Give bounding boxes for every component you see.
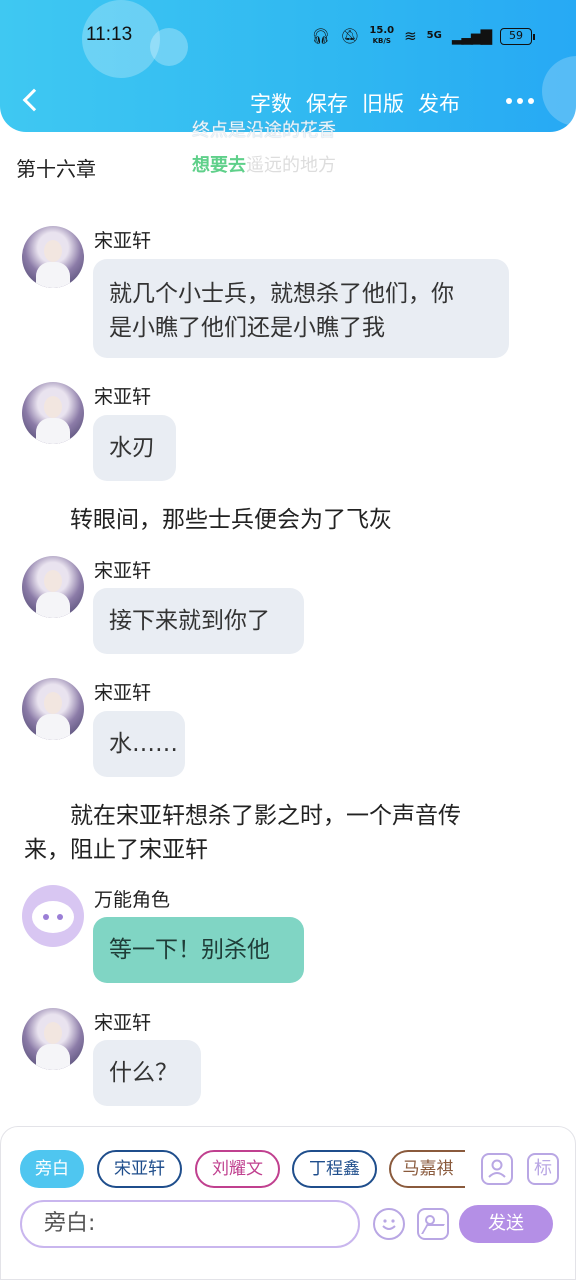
message-bubble[interactable]: 水…… bbox=[93, 711, 185, 777]
narration-text[interactable]: 来，阻止了宋亚轩 bbox=[24, 830, 208, 864]
lyric-line: 终点是沿途的花香 bbox=[192, 120, 336, 141]
message-text: 水刃 bbox=[109, 435, 155, 461]
status-icons: 🎧︎ 🔕︎ 15.0 KB/S ≋ 5G ▂▃▅▇ 59 bbox=[311, 25, 535, 46]
speaker-name: 宋亚轩 bbox=[94, 1012, 152, 1034]
save-button[interactable]: 保存 bbox=[306, 88, 348, 118]
battery-icon: 59 bbox=[500, 27, 535, 45]
top-bar: 11:13 🎧︎ 🔕︎ 15.0 KB/S ≋ 5G ▂▃▅▇ 59 字数 保存… bbox=[0, 0, 576, 132]
avatar[interactable] bbox=[22, 885, 84, 947]
message-bubble[interactable]: 水刃 bbox=[93, 415, 176, 481]
role-chip[interactable]: 马嘉祺 bbox=[389, 1150, 465, 1188]
person-icon[interactable] bbox=[481, 1153, 513, 1185]
speaker-name: 万能角色 bbox=[94, 889, 171, 911]
chevron-left-icon bbox=[22, 88, 46, 112]
speaker-name: 宋亚轩 bbox=[94, 560, 152, 582]
chat-bubble-icon bbox=[32, 901, 74, 933]
old-version-button[interactable]: 旧版 bbox=[362, 88, 404, 118]
lyric-rest: 遥远的地方 bbox=[246, 155, 336, 176]
message-text: 什么？ bbox=[109, 1060, 178, 1086]
lyric-highlight: 想要去 bbox=[192, 155, 246, 176]
word-count-button[interactable]: 字数 bbox=[250, 88, 292, 118]
speaker-name: 宋亚轩 bbox=[94, 230, 152, 252]
headphones-icon: 🎧︎ bbox=[311, 27, 331, 45]
narration-text[interactable]: 就在宋亚轩想杀了影之时，一个声音传 bbox=[70, 796, 461, 830]
chapter-title: 第十六章 bbox=[16, 157, 96, 181]
narration-text[interactable]: 转眼间，那些士兵便会为了飞灰 bbox=[70, 500, 392, 534]
decor-circle bbox=[542, 56, 576, 126]
avatar[interactable] bbox=[22, 226, 84, 288]
message-bubble[interactable]: 等一下！别杀他 bbox=[93, 917, 304, 983]
signal-icon: ▂▃▅▇ bbox=[451, 27, 492, 45]
avatar[interactable] bbox=[22, 382, 84, 444]
back-button[interactable] bbox=[20, 84, 46, 120]
role-chip-narration[interactable]: 旁白 bbox=[20, 1150, 84, 1188]
person-icon bbox=[488, 1159, 506, 1178]
role-chip[interactable]: 宋亚轩 bbox=[97, 1150, 182, 1188]
image-icon[interactable] bbox=[417, 1208, 449, 1240]
message-input[interactable]: 旁白: bbox=[20, 1200, 360, 1248]
top-actions: 字数 保存 旧版 发布 bbox=[250, 88, 460, 118]
speaker-name: 宋亚轩 bbox=[94, 682, 152, 704]
message-text: 就几个小士兵，就想杀了他们，你 bbox=[109, 281, 454, 307]
tag-button[interactable]: 标 bbox=[527, 1153, 559, 1185]
message-bubble[interactable]: 什么？ bbox=[93, 1040, 201, 1106]
message-text: 水…… bbox=[109, 731, 178, 757]
message-text: 是小瞧了他们还是小瞧了我 bbox=[109, 315, 385, 341]
mute-bell-icon: 🔕︎ bbox=[340, 27, 360, 45]
avatar[interactable] bbox=[22, 1008, 84, 1070]
role-chip[interactable]: 刘耀文 bbox=[195, 1150, 280, 1188]
message-text: 接下来就到你了 bbox=[109, 608, 270, 634]
avatar[interactable] bbox=[22, 556, 84, 618]
avatar[interactable] bbox=[22, 678, 84, 740]
publish-button[interactable]: 发布 bbox=[418, 88, 460, 118]
message-text: 等一下！别杀他 bbox=[109, 937, 270, 963]
more-dots-icon[interactable] bbox=[506, 98, 534, 104]
decor-circle bbox=[150, 28, 188, 66]
lyric-line: 想要去遥远的地方 bbox=[192, 151, 336, 177]
message-bubble[interactable]: 接下来就到你了 bbox=[93, 588, 304, 654]
status-time: 11:13 bbox=[86, 24, 133, 45]
speaker-name: 宋亚轩 bbox=[94, 386, 152, 408]
role-chip[interactable]: 丁程鑫 bbox=[292, 1150, 377, 1188]
smile-icon[interactable] bbox=[373, 1208, 405, 1240]
smile-icon bbox=[382, 1219, 396, 1230]
message-bubble[interactable]: 就几个小士兵，就想杀了他们，你 是小瞧了他们还是小瞧了我 bbox=[93, 259, 509, 358]
network-speed: 15.0 KB/S bbox=[369, 25, 395, 46]
send-button[interactable]: 发送 bbox=[459, 1205, 553, 1243]
network-type: 5G bbox=[426, 30, 442, 41]
wifi-icon: ≋ bbox=[404, 27, 417, 45]
